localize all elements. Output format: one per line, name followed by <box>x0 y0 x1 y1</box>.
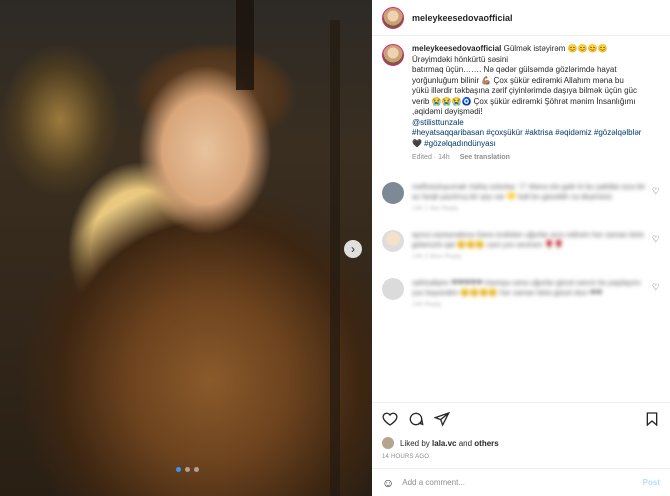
carousel-dot <box>194 467 199 472</box>
share-icon[interactable] <box>434 411 450 427</box>
heart-icon[interactable] <box>382 411 398 427</box>
add-comment-bar: ☺ Add a comment... Post <box>372 468 670 496</box>
caption-line: verib 😭😭😭🧿 Çox şükür edirəmki Şöhrət mən… <box>412 96 636 106</box>
caption-line: Ürəyimdəki hönkürtü səsini <box>412 54 509 64</box>
likes-middle: and <box>456 438 475 448</box>
avatar[interactable] <box>382 44 404 66</box>
post-photo[interactable] <box>0 0 372 496</box>
smiley-icon[interactable]: ☺ <box>382 476 394 490</box>
avatar[interactable] <box>382 277 404 300</box>
comment-item: melhutuluyumak Xahiş solurlaz 🤍 Mənə elə… <box>382 181 660 212</box>
bookmark-icon[interactable] <box>644 411 660 427</box>
post-caption: meleykeesedovaofficial Gülmək istəyirəm … <box>382 44 660 164</box>
see-translation-link[interactable]: See translation <box>460 154 510 161</box>
carousel-dot <box>185 467 190 472</box>
liker-username[interactable]: lala.vc <box>432 439 456 448</box>
comment-item: sahinaliyev ❤❤❤❤❤ Həmişə sənə uğurlar gö… <box>382 277 660 308</box>
chevron-right-icon: › <box>351 242 355 256</box>
avatar[interactable] <box>382 437 394 449</box>
post-comment-button[interactable]: Post <box>643 478 660 487</box>
caption-meta: Edited · 14h See translation <box>412 153 641 164</box>
caption-line: batırmaq üçün……. Nə qədər gülsəmdə gözlə… <box>412 65 617 74</box>
comment-meta: 14h 1 like Reply <box>412 204 459 212</box>
action-bar <box>372 402 670 434</box>
comment-icon[interactable] <box>408 411 424 427</box>
caption-line: ,əqidəmi dəyişmədi! <box>412 107 483 116</box>
hashtags-link[interactable]: #heyatsaqqaribasan #çoxşükür #aktrisa #ə… <box>412 128 641 137</box>
caption-line: yorğunluğum bilinir 💪🏽 Çox şükür edirəmk… <box>412 75 624 85</box>
post-header: meleykeesedovaofficial <box>372 0 670 36</box>
avatar[interactable] <box>382 6 404 29</box>
comments-section: meleykeesedovaofficial Gülmək istəyirəm … <box>372 36 670 402</box>
next-photo-button[interactable]: › <box>344 240 362 258</box>
mention-link[interactable]: @stilisttunzale <box>412 118 464 127</box>
comment-item: aynur.vazeynalova Sənə ürəkdən uğurlar a… <box>382 229 660 260</box>
caption-line: Gülmək istəyirəm 😊😊😊😊 <box>501 44 608 53</box>
post-media: › <box>0 0 372 496</box>
avatar[interactable] <box>382 229 404 252</box>
post-timestamp[interactable]: 14 HOURS AGO <box>372 452 670 468</box>
likes-prefix: Liked by <box>400 438 433 448</box>
hashtags-link[interactable]: 🖤 #gözəlqadındünyası <box>412 139 496 148</box>
post-username[interactable]: meleykeesedovaofficial <box>412 13 513 23</box>
heart-icon[interactable]: ♡ <box>652 282 660 293</box>
heart-icon[interactable]: ♡ <box>652 234 660 245</box>
caption-body: meleykeesedovaofficial Gülmək istəyirəm … <box>412 44 641 164</box>
likes-summary: Liked by lala.vc and others <box>372 434 670 452</box>
caption-line: yükü illərdir təkbaşına zərif çiyinlərim… <box>412 86 637 95</box>
edited-label: Edited · 14h <box>412 154 450 161</box>
comment-meta: 14h Reply <box>412 300 442 308</box>
post-side-panel: meleykeesedovaofficial meleykeesedovaoff… <box>372 0 670 496</box>
heart-icon[interactable]: ♡ <box>652 186 660 197</box>
comment-text: aynur.vazeynalova Sənə ürəkdən uğurlar a… <box>412 229 644 249</box>
window-frame <box>330 20 340 496</box>
others-link[interactable]: others <box>474 439 498 448</box>
comment-meta: 14h 2 likes Reply <box>412 252 462 260</box>
comment-text: melhutuluyumak Xahiş solurlaz 🤍 Mənə elə… <box>412 181 646 201</box>
post-modal: › meleykeesedovaofficial meleykeesedovao… <box>0 0 670 496</box>
comment-input[interactable]: Add a comment... <box>402 478 465 487</box>
window-frame <box>236 0 254 90</box>
carousel-dots <box>176 467 199 472</box>
avatar[interactable] <box>382 181 404 204</box>
caption-username[interactable]: meleykeesedovaofficial <box>412 44 501 53</box>
carousel-dot <box>176 467 181 472</box>
comment-text: sahinaliyev ❤❤❤❤❤ Həmişə sənə uğurlar gö… <box>412 277 642 297</box>
